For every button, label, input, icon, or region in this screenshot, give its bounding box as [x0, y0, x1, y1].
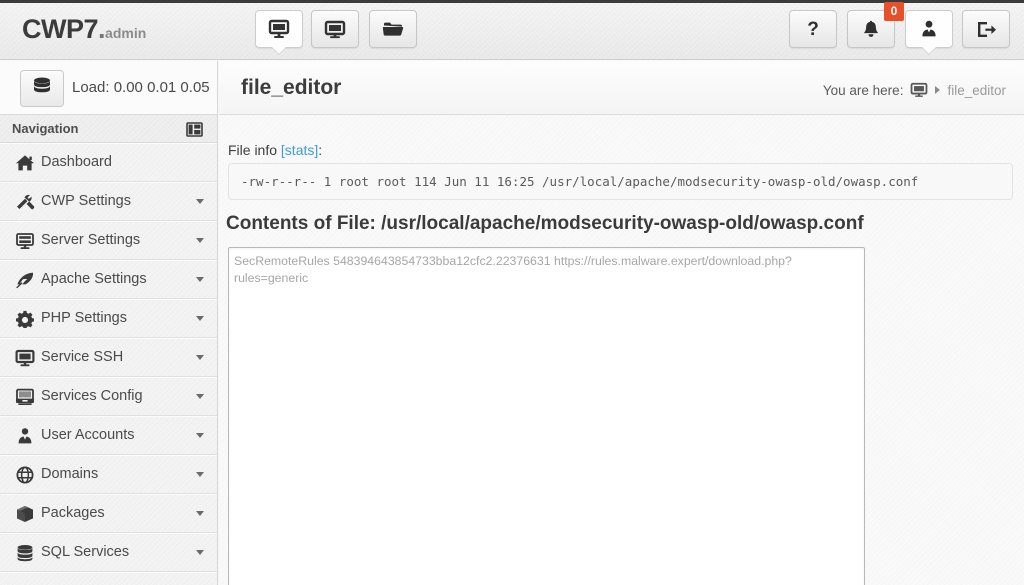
chevron-down-icon: [196, 316, 204, 321]
breadcrumb-current[interactable]: file_editor: [947, 83, 1006, 98]
sidebar-item-label: Service SSH: [41, 349, 124, 365]
notifications-button[interactable]: 0: [847, 2, 904, 48]
gear-icon: [14, 299, 36, 338]
sidebar-item-label: PHP Settings: [41, 310, 127, 326]
breadcrumb: You are here: file_editor: [823, 82, 1006, 98]
sidebar-item-user-accounts[interactable]: User Accounts: [0, 416, 217, 455]
folder-icon: [382, 20, 404, 38]
top-header-bar: CWP7.admin ? 0: [0, 0, 1024, 60]
sidebar-item-label: Dashboard: [41, 154, 112, 170]
sidebar-item-packages[interactable]: Packages: [0, 494, 217, 533]
database-status-button[interactable]: [20, 70, 64, 107]
sidebar-item-label: Server Settings: [41, 232, 141, 248]
chevron-down-icon: [196, 433, 204, 438]
home-icon: [14, 143, 36, 182]
sidebar-item-label: Domains: [41, 466, 99, 482]
nav-button-file-manager[interactable]: [369, 10, 417, 48]
sidebar-item-server-settings[interactable]: Server Settings: [0, 221, 217, 260]
file-content-editor[interactable]: SecRemoteRules 548394643854733bba12cfc2.…: [228, 247, 865, 585]
breadcrumb-separator-icon: [935, 86, 941, 94]
chevron-down-icon: [196, 199, 204, 204]
sidebar-item-dashboard[interactable]: Dashboard: [0, 143, 217, 182]
file-info-label: File info [stats]:: [228, 142, 322, 158]
chevron-down-icon: [196, 511, 204, 516]
monitor-icon[interactable]: [910, 82, 928, 98]
file-info-label-prefix: File info: [228, 142, 281, 158]
sidebar-item-domains[interactable]: Domains: [0, 455, 217, 494]
sidebar-item-service-ssh[interactable]: Service SSH: [0, 338, 217, 377]
sidebar-item-label: SQL Services: [41, 544, 130, 560]
sidebar-item-php-settings[interactable]: PHP Settings: [0, 299, 217, 338]
sidebar-header-title: Navigation: [12, 121, 79, 136]
database-icon: [31, 76, 53, 101]
sidebar-header: Navigation: [0, 115, 217, 143]
file-info-listing: -rw-r--r-- 1 root root 114 Jun 11 16:25 …: [241, 174, 919, 189]
user-admin-icon: [919, 19, 939, 39]
notification-badge: 0: [884, 2, 904, 21]
brand-name: CWP7: [22, 14, 99, 44]
nav-button-monitor[interactable]: [255, 10, 303, 48]
database-icon: [14, 533, 36, 572]
content-header: file_editor You are here: file_editor: [219, 61, 1024, 115]
monitor-icon: [268, 19, 290, 39]
chevron-down-icon: [196, 355, 204, 360]
chevron-down-icon: [196, 394, 204, 399]
file-info-label-suffix: :: [318, 142, 323, 158]
sidebar-item-label: User Accounts: [41, 427, 135, 443]
sidebar-item-next[interactable]: [0, 572, 217, 585]
file-info-box: -rw-r--r-- 1 root root 114 Jun 11 16:25 …: [228, 163, 1013, 200]
sidebar-toggle-icon[interactable]: [183, 119, 205, 139]
help-button[interactable]: ?: [789, 10, 837, 48]
sidebar-item-cwp-settings[interactable]: CWP Settings: [0, 182, 217, 221]
user-icon: [14, 416, 36, 455]
chevron-down-icon: [196, 550, 204, 555]
sidebar-item-label: CWP Settings: [41, 193, 131, 209]
sidebar-item-label: Services Config: [41, 388, 143, 404]
feather-icon: [14, 260, 36, 299]
chevron-down-icon: [196, 238, 204, 243]
brand-logo[interactable]: CWP7.admin: [22, 14, 146, 48]
sidebar-navigation: Navigation Dashboard CWP Settings Server…: [0, 115, 218, 585]
cube-icon: [14, 494, 36, 533]
sidebar-item-apache-settings[interactable]: Apache Settings: [0, 260, 217, 299]
logout-button[interactable]: [962, 10, 1010, 48]
monitor-icon: [14, 338, 36, 377]
file-content-text[interactable]: SecRemoteRules 548394643854733bba12cfc2.…: [234, 253, 859, 286]
help-icon: ?: [807, 18, 819, 40]
brand-dot: .: [98, 14, 106, 44]
logout-icon: [975, 19, 997, 39]
sidebar-item-label: Apache Settings: [41, 271, 147, 287]
contents-heading: Contents of File: /usr/local/apache/mods…: [226, 213, 864, 234]
sidebar-item-services-config[interactable]: Services Config: [0, 377, 217, 416]
tools-icon: [14, 182, 36, 221]
server-icon: [14, 221, 36, 260]
breadcrumb-prefix: You are here:: [822, 82, 904, 98]
globe-icon: [14, 455, 36, 494]
main-content: File info [stats]: -rw-r--r-- 1 root roo…: [219, 115, 1024, 585]
server-load-text: Load: 0.00 0.01 0.05: [72, 79, 210, 96]
archive-icon: [14, 377, 36, 416]
server-load-bar: Load: 0.00 0.01 0.05: [0, 61, 218, 115]
stats-link[interactable]: [stats]: [281, 142, 318, 158]
chevron-down-icon: [196, 277, 204, 282]
sidebar-item-label: Packages: [41, 505, 105, 521]
admin-user-button[interactable]: [905, 10, 953, 48]
nav-button-display[interactable]: [311, 10, 359, 48]
sidebar-item-sql-services[interactable]: SQL Services: [0, 533, 217, 572]
bell-icon: [861, 19, 881, 39]
display-icon: [324, 19, 346, 39]
chevron-down-icon: [196, 472, 204, 477]
page-title: file_editor: [241, 76, 342, 99]
brand-suffix: admin: [105, 25, 147, 41]
cwp-admin-window: CWP7.admin ? 0 Load: 0.00 0.01 0.05 Navi…: [0, 0, 1024, 585]
